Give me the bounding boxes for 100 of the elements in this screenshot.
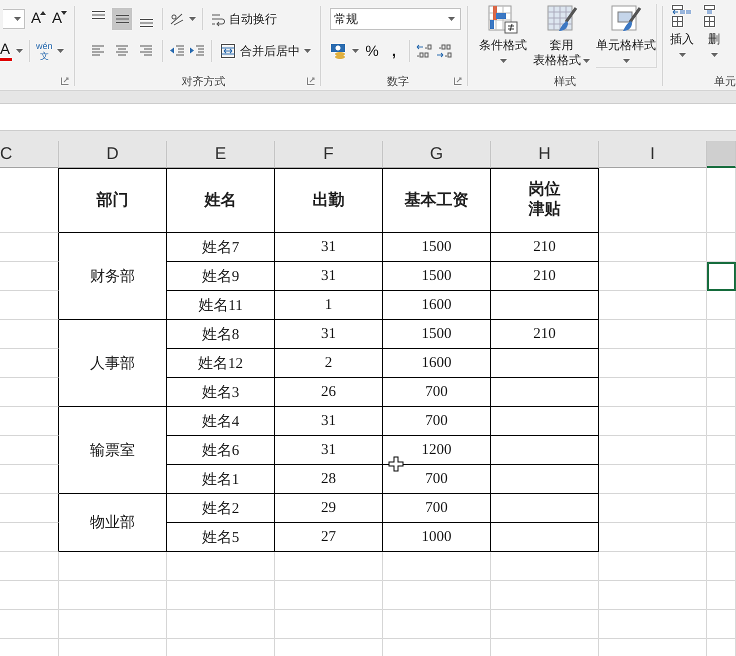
increase-decimal-icon[interactable] xyxy=(416,43,432,59)
column-header[interactable]: D xyxy=(59,141,167,168)
font-size-field[interactable] xyxy=(3,9,25,29)
format-as-table-button[interactable]: 套用 表格格式 xyxy=(533,38,590,68)
table-cell: 姓名5 xyxy=(167,523,275,552)
column-header[interactable]: C xyxy=(0,141,59,168)
caret-icon[interactable] xyxy=(16,49,23,53)
empty-cell xyxy=(0,378,59,407)
table-cell: 人事部 xyxy=(59,320,167,407)
bottom-align-icon xyxy=(140,19,152,27)
shrink-font-button[interactable]: A xyxy=(52,10,62,28)
group-label: 数字 xyxy=(387,74,409,88)
table-format-icon[interactable] xyxy=(546,4,578,34)
column-header[interactable]: F xyxy=(275,141,383,168)
table-cell: 姓名12 xyxy=(167,349,275,378)
phonetic-button[interactable]: wén 文 xyxy=(36,41,53,61)
dialog-launcher-icon[interactable] xyxy=(454,77,462,85)
dialog-launcher-icon[interactable] xyxy=(61,77,69,85)
cell-styles-button[interactable]: 单元格样式 xyxy=(596,38,656,53)
insert-button[interactable]: 插入 xyxy=(670,32,694,47)
empty-cell xyxy=(0,523,59,552)
table-cell: 姓名8 xyxy=(167,320,275,349)
delete-button[interactable]: 删 xyxy=(708,32,720,47)
empty-cell xyxy=(0,291,59,320)
conditional-format-icon[interactable] xyxy=(487,4,519,34)
caret-icon[interactable] xyxy=(14,17,21,21)
caret-icon[interactable] xyxy=(583,58,590,63)
decrease-decimal-icon[interactable] xyxy=(436,43,452,59)
wrap-text-button[interactable]: 自动换行 xyxy=(211,10,277,28)
caret-icon[interactable] xyxy=(622,59,630,63)
empty-cell xyxy=(0,262,59,291)
middle-align-button[interactable] xyxy=(112,8,132,30)
table-cell: 210 xyxy=(491,262,599,291)
caret-icon[interactable] xyxy=(56,49,64,53)
number-format-value: 常规 xyxy=(334,10,358,28)
table-header-cell: 基本工资 xyxy=(383,168,491,233)
merge-cells-icon xyxy=(220,43,236,59)
table-cell: 2 xyxy=(275,349,383,378)
empty-cell xyxy=(707,552,736,581)
table-cell: 31 xyxy=(275,436,383,465)
empty-cell xyxy=(707,610,736,639)
caret-icon[interactable] xyxy=(448,17,455,21)
table-cell: 输票室 xyxy=(59,407,167,494)
top-align-icon xyxy=(92,11,104,19)
table-cell: 1 xyxy=(275,291,383,320)
group-label: 单元 xyxy=(714,74,736,88)
empty-cell xyxy=(0,407,59,436)
table-cell: 姓名2 xyxy=(167,494,275,523)
table-cell: 210 xyxy=(491,233,599,262)
table-cell: 31 xyxy=(275,233,383,262)
percent-style-button[interactable]: % xyxy=(363,42,381,60)
empty-cell xyxy=(0,465,59,494)
active-cell[interactable] xyxy=(707,262,736,291)
empty-cell xyxy=(0,320,59,349)
table-cell: 28 xyxy=(275,465,383,494)
table-cell: 物业部 xyxy=(59,494,167,552)
number-format-field[interactable]: 常规 xyxy=(330,8,461,30)
column-header[interactable]: E xyxy=(167,141,275,168)
caret-down-icon xyxy=(61,11,68,15)
table-cell: 1600 xyxy=(383,349,491,378)
insert-cells-icon[interactable] xyxy=(671,4,693,28)
empty-cell xyxy=(0,610,59,639)
font-color-button[interactable]: A xyxy=(0,42,12,60)
merge-center-button[interactable]: 合并后居中 xyxy=(220,42,300,60)
orientation-icon[interactable] xyxy=(169,11,185,27)
table-cell: 1600 xyxy=(383,291,491,320)
middle-align-icon xyxy=(116,15,128,23)
conditional-format-button[interactable]: 条件格式 xyxy=(479,38,527,53)
table-cell: 姓名6 xyxy=(167,436,275,465)
column-header[interactable] xyxy=(707,141,736,168)
caret-icon[interactable] xyxy=(304,49,311,53)
currency-icon[interactable] xyxy=(330,42,348,60)
table-cell: 31 xyxy=(275,320,383,349)
table-cell: 27 xyxy=(275,523,383,552)
table-cell: 姓名11 xyxy=(167,291,275,320)
cell-style-icon[interactable] xyxy=(610,4,642,34)
column-header[interactable]: I xyxy=(599,141,707,168)
group-label: 样式 xyxy=(554,74,576,88)
table-cell: 31 xyxy=(275,262,383,291)
empty-cell xyxy=(707,581,736,610)
caret-icon[interactable] xyxy=(352,49,359,53)
empty-cell xyxy=(0,233,59,262)
column-header[interactable]: G xyxy=(383,141,491,168)
group-label: 对齐方式 xyxy=(182,74,226,88)
table-cell: 29 xyxy=(275,494,383,523)
table-cell: 1500 xyxy=(383,233,491,262)
table-cell: 姓名4 xyxy=(167,407,275,436)
caret-icon[interactable] xyxy=(710,53,718,57)
grow-font-button[interactable]: A xyxy=(31,10,42,28)
table-cell: 210 xyxy=(491,320,599,349)
empty-cell xyxy=(0,581,59,610)
dialog-launcher-icon[interactable] xyxy=(307,77,315,85)
caret-icon[interactable] xyxy=(678,53,686,57)
comma-style-button[interactable]: , xyxy=(385,42,403,60)
table-cell: 700 xyxy=(383,378,491,407)
caret-icon[interactable] xyxy=(500,59,506,63)
column-header[interactable]: H xyxy=(491,141,599,168)
caret-icon[interactable] xyxy=(189,17,196,21)
table-header-cell: 岗位津贴 xyxy=(491,168,599,233)
table-header-cell: 部门 xyxy=(59,168,167,233)
